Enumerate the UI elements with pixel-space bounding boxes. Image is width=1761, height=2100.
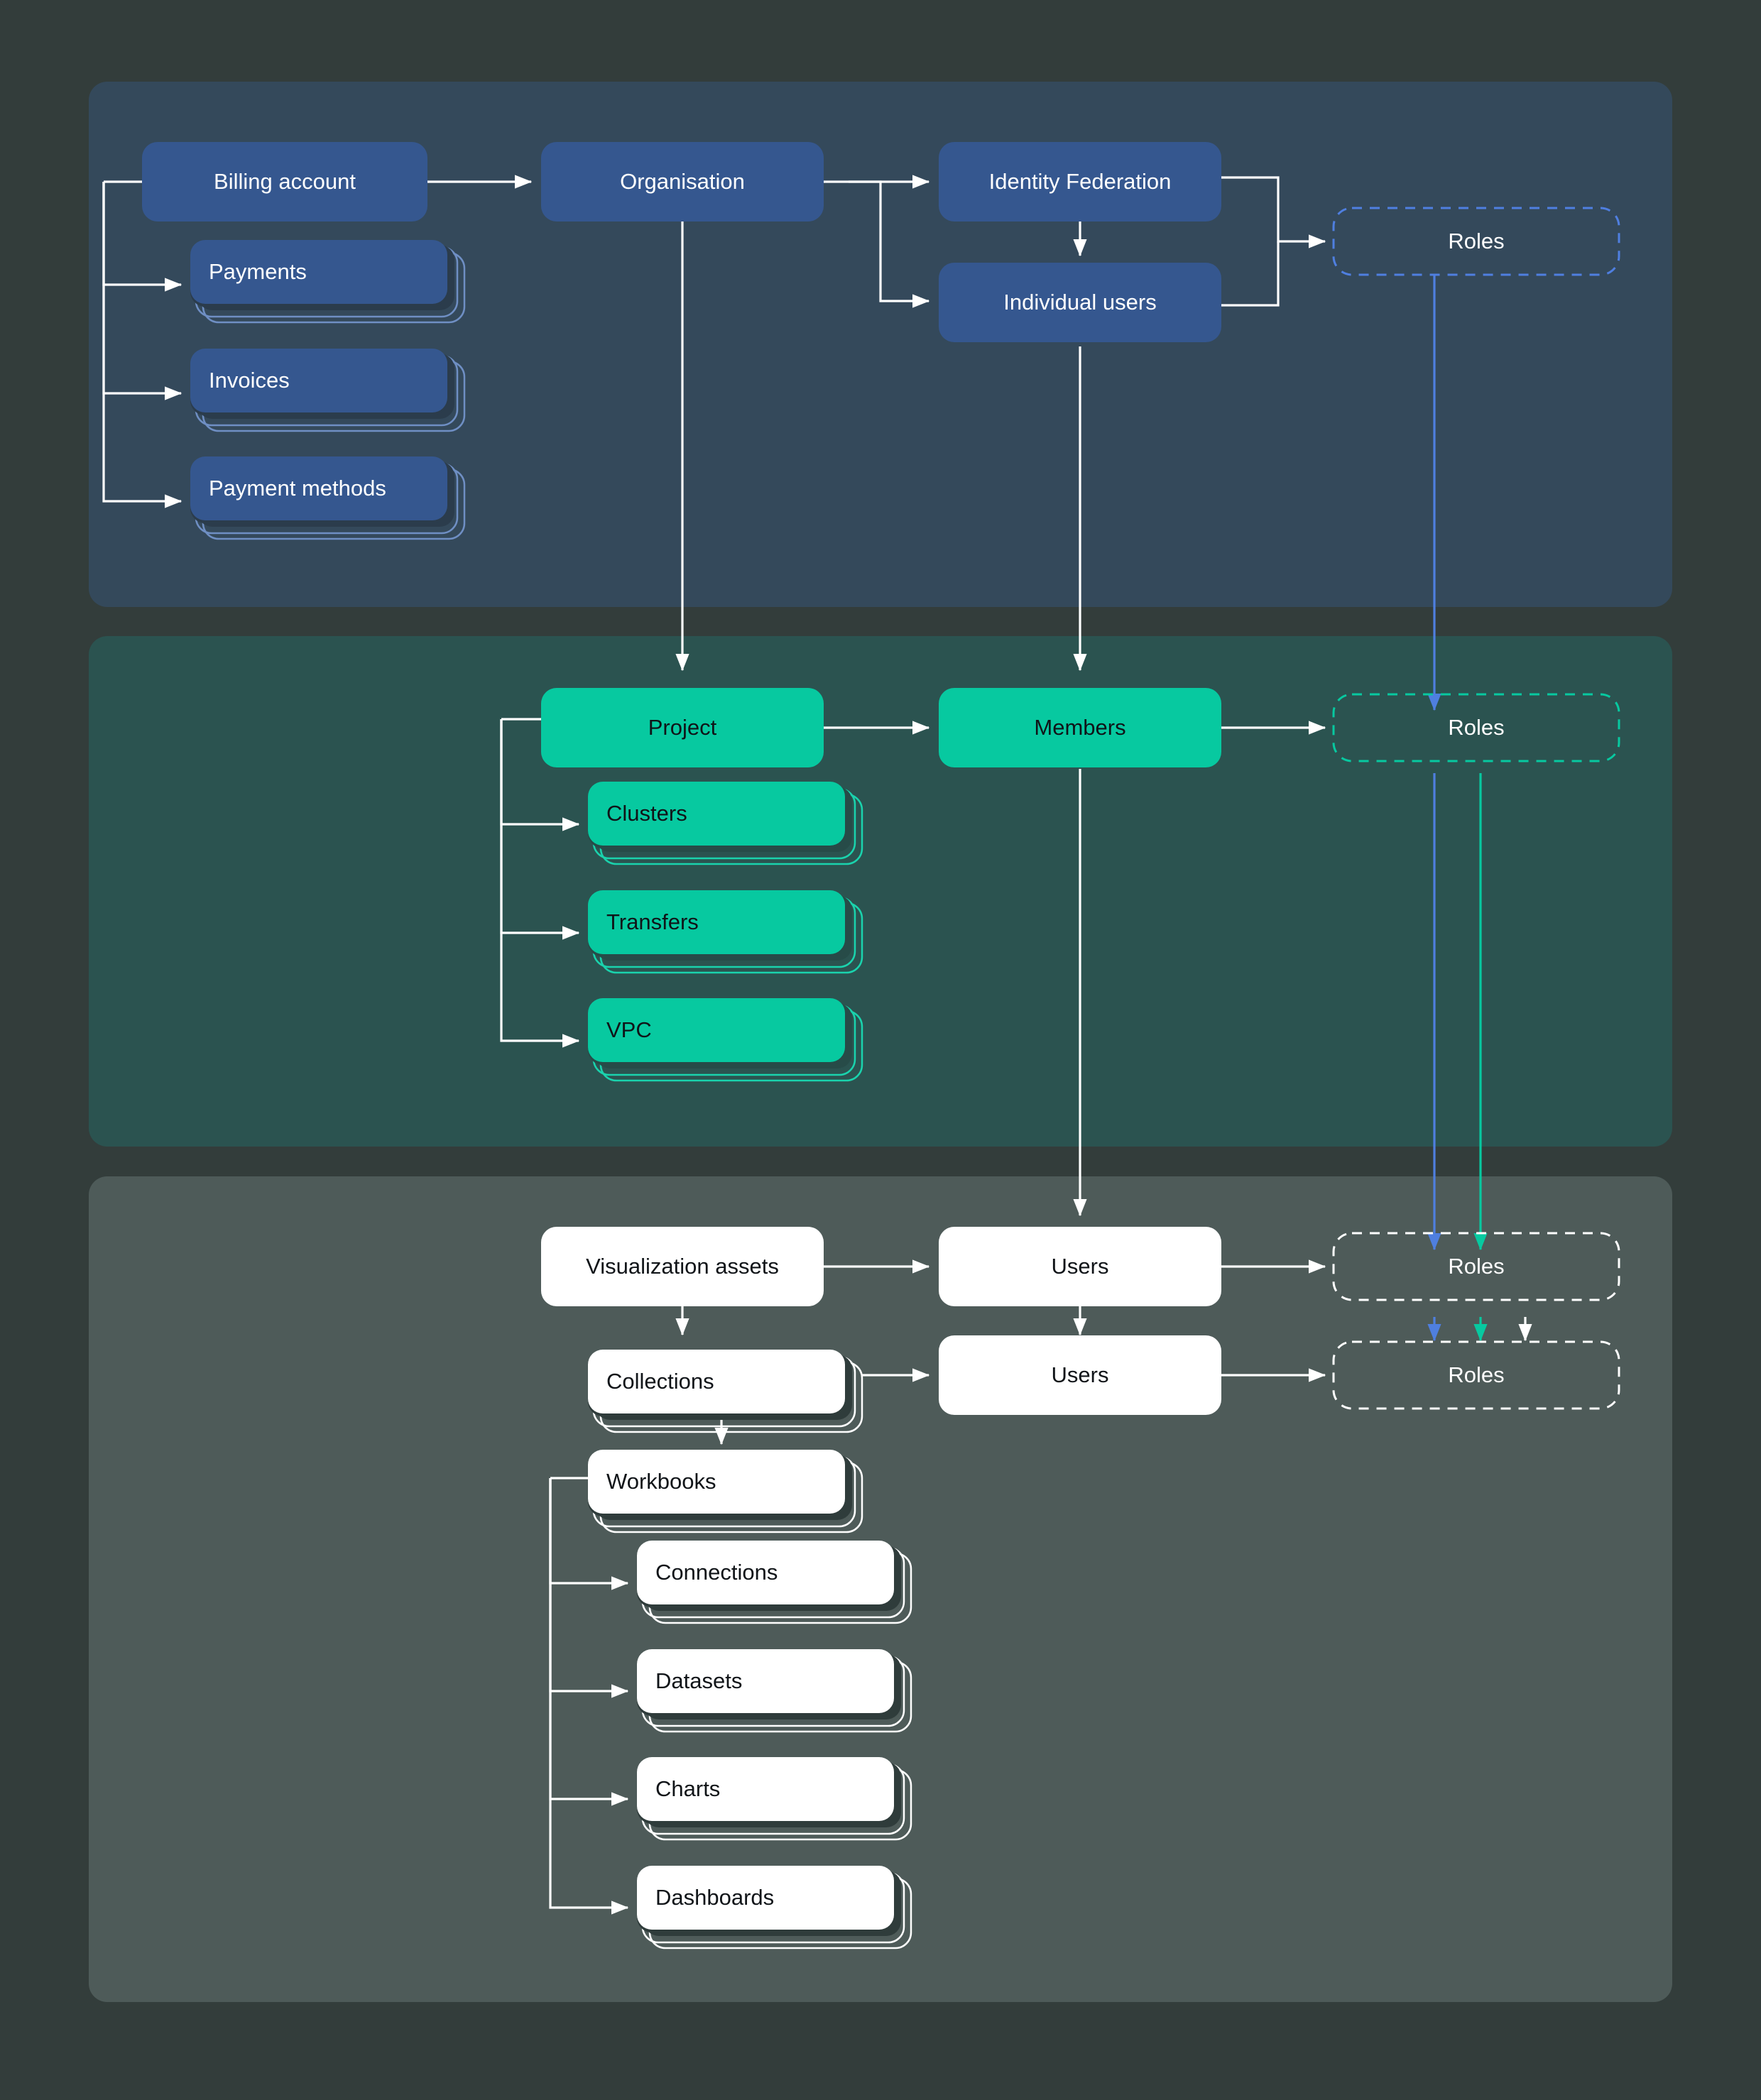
node-charts-label: Charts [655, 1776, 720, 1801]
node-roles-viz-top-label: Roles [1448, 1254, 1504, 1279]
node-payments[interactable]: Payments [190, 240, 466, 324]
node-dashboards-label: Dashboards [655, 1885, 774, 1910]
node-billing-account[interactable]: Billing account [142, 142, 427, 222]
node-clusters[interactable]: Clusters [588, 782, 863, 865]
node-identity-federation-label: Identity Federation [989, 169, 1172, 194]
node-users-bottom[interactable]: Users [939, 1335, 1221, 1415]
node-dashboards[interactable]: Dashboards [637, 1866, 912, 1949]
node-users-top[interactable]: Users [939, 1227, 1221, 1306]
node-invoices[interactable]: Invoices [190, 349, 466, 432]
node-members-label: Members [1034, 715, 1125, 740]
node-payment-methods[interactable]: Payment methods [190, 456, 466, 540]
node-vpc[interactable]: VPC [588, 998, 863, 1082]
node-roles-organisation-label: Roles [1448, 229, 1504, 253]
diagram-canvas: Billing account Organisation Identity Fe… [0, 0, 1761, 2100]
node-collections[interactable]: Collections [588, 1350, 863, 1433]
hierarchy-diagram: Billing account Organisation Identity Fe… [89, 82, 1672, 2002]
node-charts[interactable]: Charts [637, 1757, 912, 1841]
node-project-label: Project [648, 715, 717, 740]
node-roles-viz-bottom-label: Roles [1448, 1362, 1504, 1387]
node-invoices-label: Invoices [209, 368, 290, 393]
node-individual-users[interactable]: Individual users [939, 263, 1221, 342]
node-users-bottom-label: Users [1052, 1362, 1109, 1387]
node-collections-label: Collections [606, 1369, 714, 1394]
node-visualization-assets-label: Visualization assets [586, 1254, 779, 1279]
node-payments-label: Payments [209, 259, 307, 284]
node-connections[interactable]: Connections [637, 1541, 912, 1624]
node-clusters-label: Clusters [606, 801, 687, 826]
node-organisation-label: Organisation [620, 169, 745, 194]
node-users-top-label: Users [1052, 1254, 1109, 1279]
node-members[interactable]: Members [939, 688, 1221, 767]
node-datasets[interactable]: Datasets [637, 1649, 912, 1733]
node-payment-methods-label: Payment methods [209, 476, 386, 501]
node-roles-project-label: Roles [1448, 715, 1504, 740]
node-transfers-label: Transfers [606, 909, 699, 934]
node-project[interactable]: Project [541, 688, 824, 767]
node-individual-users-label: Individual users [1003, 290, 1156, 315]
node-connections-label: Connections [655, 1560, 778, 1585]
node-billing-account-label: Billing account [214, 169, 356, 194]
node-vpc-label: VPC [606, 1017, 652, 1042]
node-datasets-label: Datasets [655, 1668, 742, 1693]
node-workbooks-label: Workbooks [606, 1469, 716, 1494]
node-organisation[interactable]: Organisation [541, 142, 824, 222]
node-transfers[interactable]: Transfers [588, 890, 863, 974]
node-workbooks[interactable]: Workbooks [588, 1450, 863, 1533]
node-identity-federation[interactable]: Identity Federation [939, 142, 1221, 222]
node-visualization-assets[interactable]: Visualization assets [541, 1227, 824, 1306]
